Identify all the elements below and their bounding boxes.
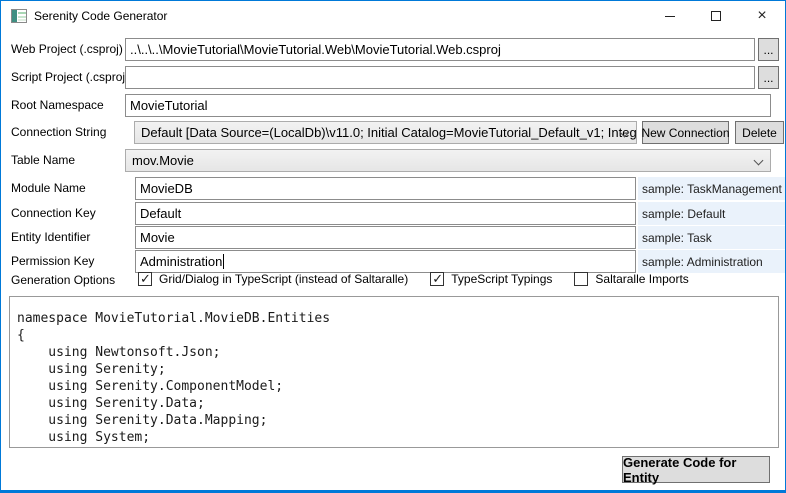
table-name-value: mov.Movie (132, 153, 194, 168)
generate-code-button[interactable]: Generate Code for Entity (622, 456, 770, 483)
generation-options-row: Grid/Dialog in TypeScript (instead of Sa… (138, 270, 689, 288)
app-icon (11, 8, 27, 24)
delete-connection-button[interactable]: Delete (735, 121, 784, 144)
entity-identifier-sample: sample: Task (638, 226, 786, 249)
table-name-select[interactable]: mov.Movie (125, 149, 771, 172)
close-button[interactable]: × (739, 1, 785, 31)
grid-dialog-typescript-label: Grid/Dialog in TypeScript (instead of Sa… (159, 272, 408, 286)
text-caret (223, 254, 224, 269)
titlebar: Serenity Code Generator × (1, 1, 785, 31)
web-project-browse-button[interactable]: ... (758, 38, 779, 61)
grid-dialog-typescript-checkbox[interactable] (138, 272, 152, 286)
script-project-browse-button[interactable]: ... (758, 66, 779, 89)
saltaralle-imports-checkbox[interactable] (574, 272, 588, 286)
serenity-code-generator-window: Serenity Code Generator × Web Project (.… (0, 0, 786, 493)
maximize-icon (711, 11, 721, 21)
connection-key-sample: sample: Default (638, 202, 786, 225)
window-title: Serenity Code Generator (34, 9, 167, 23)
root-namespace-label: Root Namespace (11, 98, 104, 112)
permission-key-value: Administration (140, 254, 222, 269)
table-name-label: Table Name (11, 153, 75, 167)
module-name-input[interactable] (135, 177, 636, 200)
code-preview-text: namespace MovieTutorial.MovieDB.Entities… (10, 297, 778, 448)
minimize-icon (665, 16, 675, 17)
close-icon: × (757, 8, 766, 24)
minimize-button[interactable] (647, 1, 693, 31)
new-connection-button[interactable]: New Connection (642, 121, 729, 144)
maximize-button[interactable] (693, 1, 739, 31)
connection-string-value: Default [Data Source=(LocalDb)\v11.0; In… (141, 125, 637, 140)
web-project-input[interactable] (125, 38, 755, 61)
connection-key-input[interactable] (135, 202, 636, 225)
saltaralle-imports-label: Saltaralle Imports (595, 272, 688, 286)
root-namespace-input[interactable] (125, 94, 771, 117)
connection-key-label: Connection Key (11, 206, 96, 220)
permission-key-label: Permission Key (11, 254, 94, 268)
module-name-sample: sample: TaskManagement (638, 177, 786, 200)
script-project-input[interactable] (125, 66, 755, 89)
typescript-typings-checkbox[interactable] (430, 272, 444, 286)
generation-options-label: Generation Options (11, 273, 115, 287)
web-project-label: Web Project (.csproj) (11, 42, 123, 56)
chevron-down-icon (754, 156, 764, 166)
entity-identifier-input[interactable] (135, 226, 636, 249)
code-preview-area[interactable]: namespace MovieTutorial.MovieDB.Entities… (9, 296, 779, 448)
entity-identifier-label: Entity Identifier (11, 230, 90, 244)
script-project-label: Script Project (.csproj) (11, 70, 129, 84)
connection-string-label: Connection String (11, 125, 106, 139)
typescript-typings-label: TypeScript Typings (451, 272, 552, 286)
module-name-label: Module Name (11, 181, 86, 195)
connection-string-select[interactable]: Default [Data Source=(LocalDb)\v11.0; In… (134, 121, 637, 144)
